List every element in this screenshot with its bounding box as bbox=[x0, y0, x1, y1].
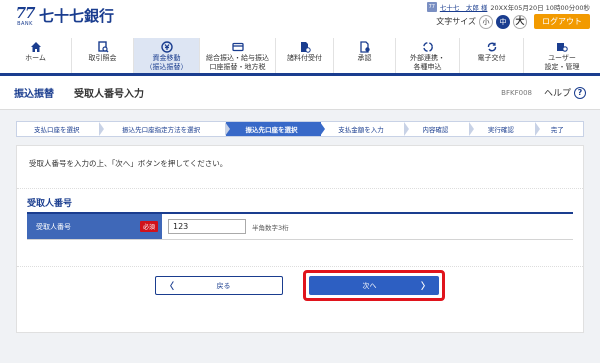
main-panel: 受取人番号を入力の上、「次へ」ボタンを押してください。 受取人番号 受取人番号 … bbox=[16, 145, 584, 333]
cycle-icon bbox=[486, 41, 498, 53]
next-button[interactable]: 次へ 〉 bbox=[309, 276, 439, 295]
nav-user-settings-label-1: ユーザー bbox=[548, 54, 576, 62]
font-size-medium-button[interactable]: 中 bbox=[496, 14, 510, 29]
step-progress-bar: 支払口座を選択 振込先口座指定方法を選択 振込先口座を選択 支払金額を入力 内容… bbox=[16, 121, 584, 137]
user-name-link[interactable]: 七十七 太郎 様 bbox=[440, 2, 488, 12]
font-size-controls: 文字サイズ 小 中 大 ログアウト bbox=[436, 14, 590, 29]
payee-number-hint: 半角数字3桁 bbox=[252, 223, 289, 232]
payee-number-label: 受取人番号 bbox=[36, 222, 71, 231]
nav-approval[interactable]: 承認 bbox=[334, 38, 396, 73]
font-size-label: 文字サイズ bbox=[436, 17, 476, 26]
nav-bulk-transfer-label-1: 総合振込・給与振込 bbox=[206, 54, 269, 62]
login-time: 20XX年05月20日 10時00分00秒 bbox=[490, 4, 590, 12]
font-size-small-button[interactable]: 小 bbox=[479, 14, 493, 29]
page-title: 受取人番号入力 bbox=[74, 89, 144, 100]
nav-inquiry[interactable]: 取引照会 bbox=[72, 38, 134, 73]
page-category: 振込振替 bbox=[14, 89, 54, 100]
step-2: 振込先口座指定方法を選択 bbox=[100, 122, 231, 136]
back-button-label: 戻る bbox=[216, 281, 231, 290]
nav-user-settings-label-2: 設定・管理 bbox=[544, 63, 580, 71]
nav-fee-acceptance-label: 諸料付受付 bbox=[287, 54, 322, 62]
screen-code: BFKF008 bbox=[501, 88, 532, 97]
chevron-right-icon: 〉 bbox=[420, 282, 430, 292]
back-button[interactable]: 〈 戻る bbox=[155, 276, 283, 295]
payee-number-row: 受取人番号 必須 123 半角数字3桁 bbox=[27, 214, 573, 240]
next-button-label: 次へ bbox=[362, 281, 377, 290]
button-row: 〈 戻る 次へ 〉 bbox=[17, 270, 583, 301]
step-7: 完了 bbox=[550, 126, 564, 134]
nav-home[interactable]: ホーム bbox=[0, 38, 72, 73]
instruction-text: 受取人番号を入力の上、「次へ」ボタンを押してください。 bbox=[17, 146, 583, 189]
help-label: ヘルプ bbox=[543, 89, 571, 99]
font-size-large-button[interactable]: 大 bbox=[513, 14, 527, 29]
logo-bank-text: BANK bbox=[17, 21, 33, 27]
person-document-icon bbox=[299, 41, 311, 53]
nav-inquiry-label: 取引照会 bbox=[88, 54, 117, 62]
nav-e-delivery-label: 電子交付 bbox=[477, 54, 506, 62]
payee-number-input[interactable]: 123 bbox=[168, 219, 246, 234]
payee-number-value-cell: 123 半角数字3桁 bbox=[162, 214, 573, 239]
step-4: 支払金額を入力 bbox=[321, 122, 410, 136]
nav-home-label: ホーム bbox=[25, 54, 46, 62]
nav-transfer-label-2: （振込振替） bbox=[145, 63, 188, 71]
nav-fee-acceptance[interactable]: 諸料付受付 bbox=[276, 38, 334, 73]
nav-external-link-label-2: 各種申込 bbox=[413, 63, 442, 71]
nav-bulk-transfer[interactable]: 総合振込・給与振込 口座振替・地方税 bbox=[200, 38, 276, 73]
bank-logo[interactable]: 77 BANK 七十七銀行 bbox=[14, 4, 115, 28]
user-info: 77 七十七 太郎 様 20XX年05月20日 10時00分00秒 bbox=[426, 2, 590, 12]
home-icon bbox=[30, 41, 42, 53]
nav-external-link[interactable]: 外部連携・ 各種申込 bbox=[396, 38, 460, 73]
help-link[interactable]: ヘルプ ? bbox=[544, 86, 586, 99]
nav-transfer-label-1: 資金移動 bbox=[152, 54, 181, 62]
help-icon: ? bbox=[574, 86, 586, 99]
required-badge: 必須 bbox=[139, 221, 158, 232]
bank-name: 七十七銀行 bbox=[39, 7, 115, 25]
logo-mark: 77 BANK bbox=[14, 4, 36, 28]
payee-number-label-cell: 受取人番号 必須 bbox=[27, 214, 162, 239]
next-button-highlight: 次へ 〉 bbox=[303, 270, 445, 301]
logout-button[interactable]: ログアウト bbox=[534, 14, 590, 29]
user-badge-icon: 77 bbox=[426, 2, 437, 12]
card-icon bbox=[231, 41, 244, 53]
page-title-bar: 振込振替 受取人番号入力 BFKF008 ヘルプ ? bbox=[0, 76, 600, 110]
nav-bulk-transfer-label-2: 口座振替・地方税 bbox=[209, 63, 266, 71]
logo-77: 77 bbox=[15, 4, 36, 22]
nav-external-link-label-1: 外部連携・ bbox=[410, 54, 445, 62]
user-settings-icon bbox=[556, 41, 568, 53]
top-header: 77 BANK 七十七銀行 77 七十七 太郎 様 20XX年05月20日 10… bbox=[0, 0, 600, 38]
step-3-current: 振込先口座を選択 bbox=[225, 122, 326, 136]
document-search-icon bbox=[97, 41, 109, 53]
link-icon bbox=[422, 41, 434, 53]
transfer-icon bbox=[160, 41, 173, 53]
section-title: 受取人番号 bbox=[27, 196, 573, 214]
global-nav: ホーム 取引照会 資金移動 （振込振替） 総合振込・給与振込 口座振替・地方税 … bbox=[0, 38, 600, 76]
step-6: 実行確認 bbox=[470, 122, 540, 136]
nav-user-settings[interactable]: ユーザー 設定・管理 bbox=[524, 38, 600, 73]
step-5: 内容確認 bbox=[405, 122, 475, 136]
approval-icon bbox=[359, 41, 371, 53]
nav-transfer[interactable]: 資金移動 （振込振替） bbox=[134, 38, 200, 73]
nav-approval-label: 承認 bbox=[357, 54, 372, 62]
step-1: 支払口座を選択 bbox=[17, 122, 105, 136]
chevron-left-icon: 〈 bbox=[165, 282, 175, 292]
panel-divider bbox=[17, 266, 583, 267]
nav-e-delivery[interactable]: 電子交付 bbox=[460, 38, 524, 73]
